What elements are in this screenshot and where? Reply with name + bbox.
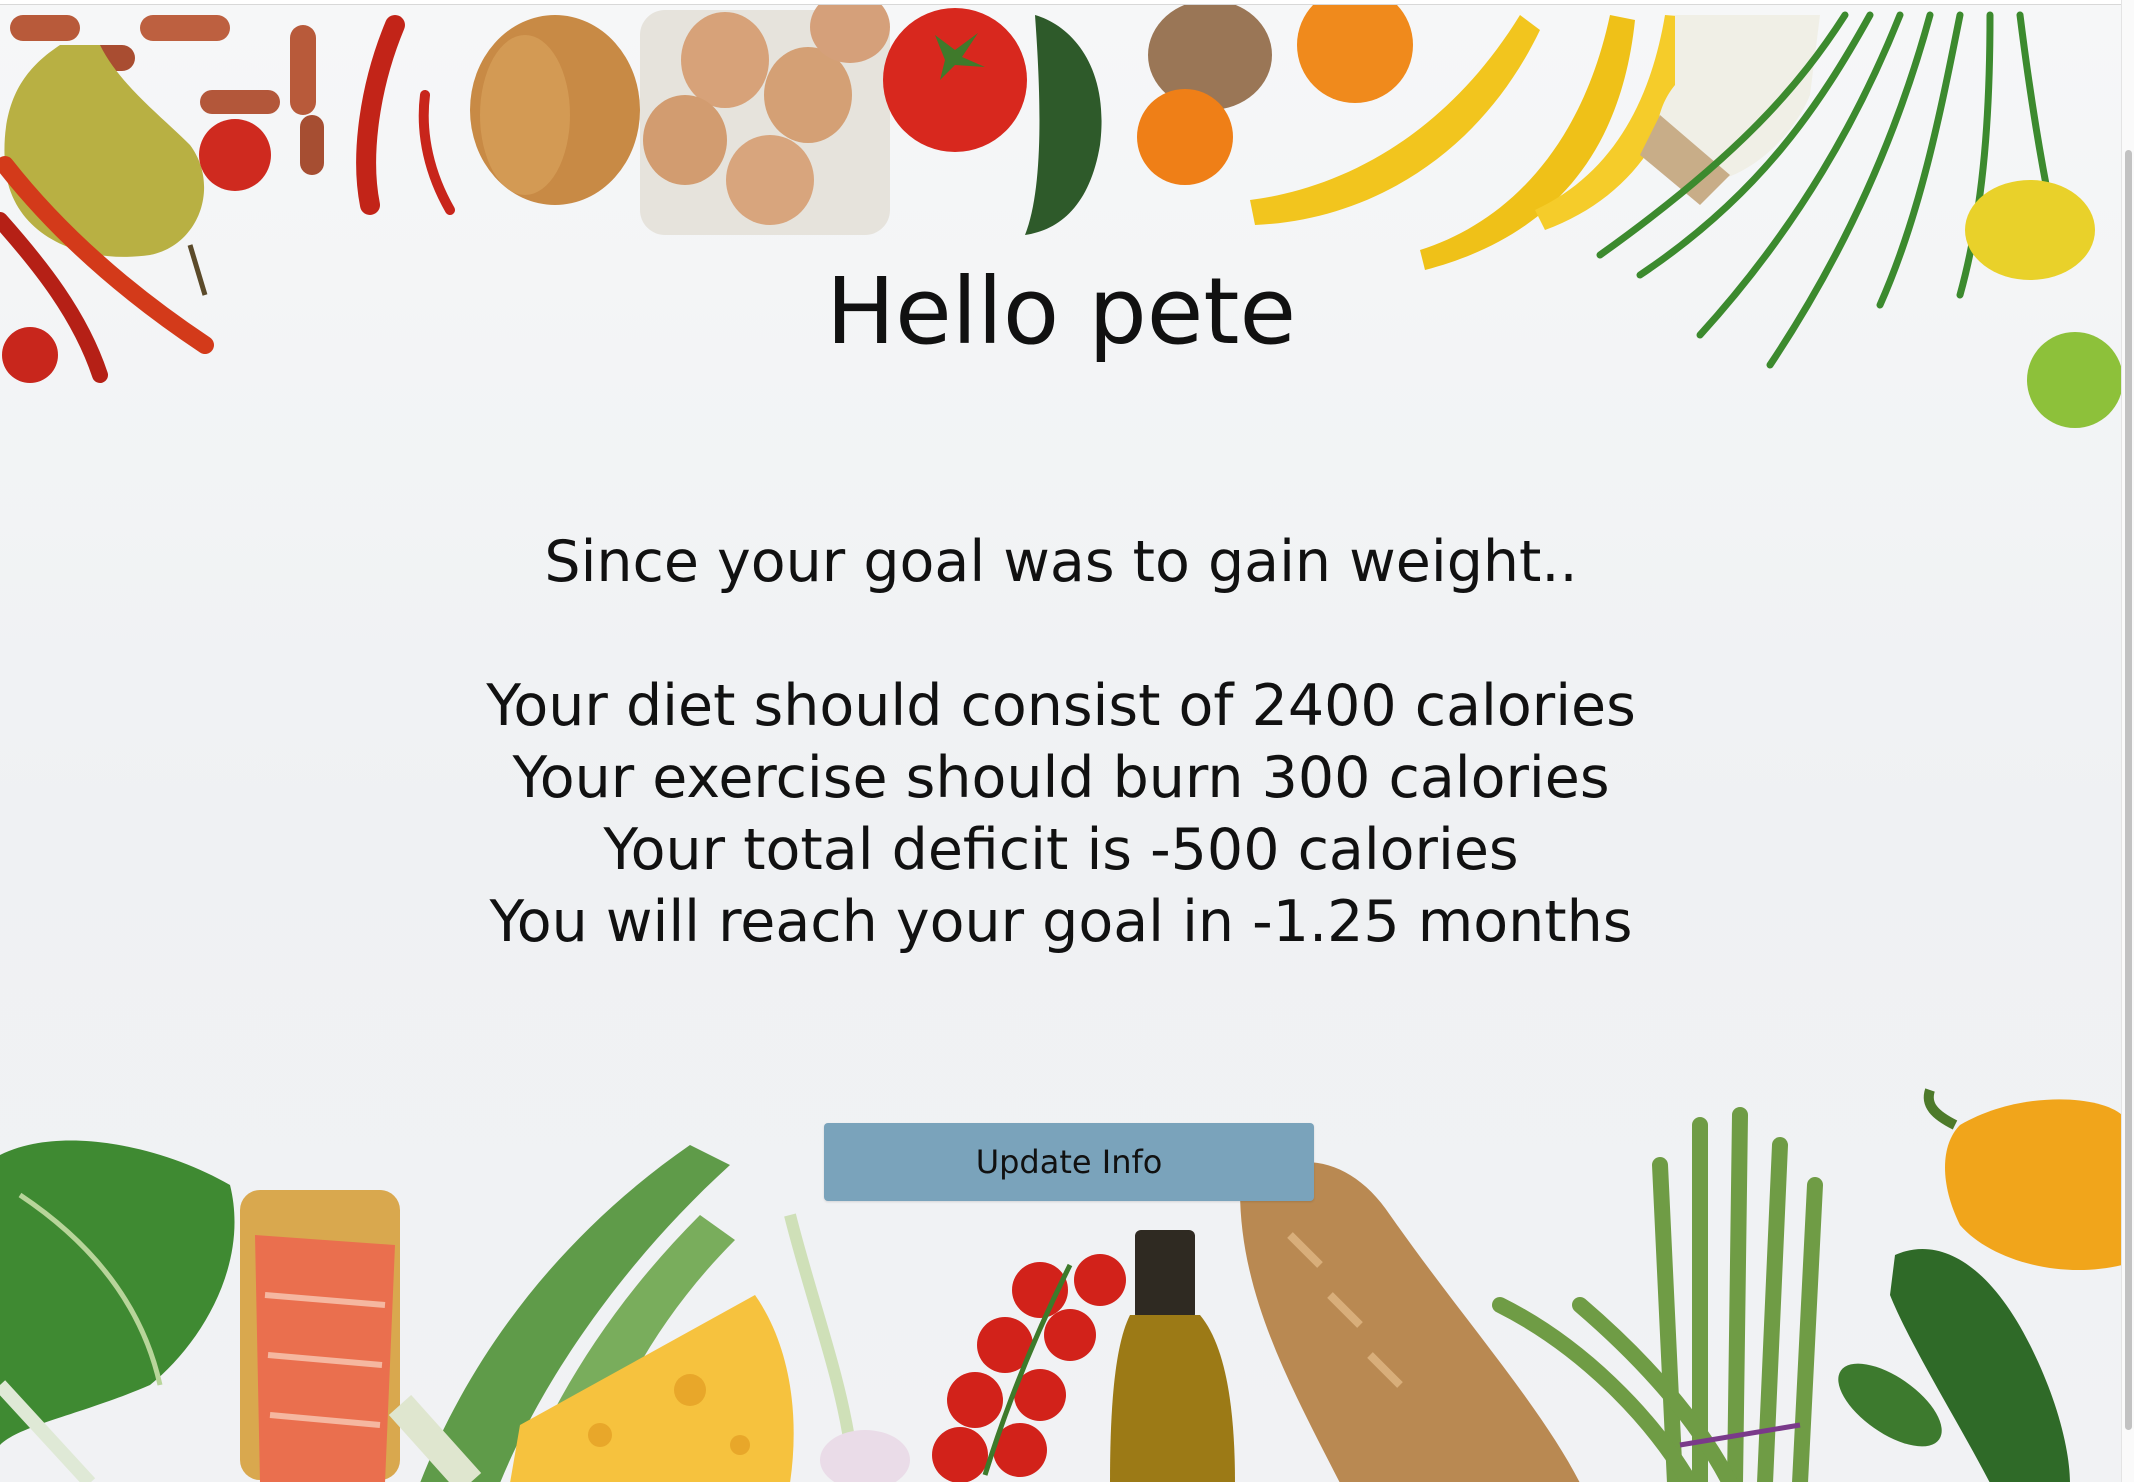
page: Hello pete Since your goal was to gain w… bbox=[0, 0, 2134, 1482]
goal-intro-text: Since your goal was to gain weight.. bbox=[544, 529, 1578, 595]
main-content: Hello pete Since your goal was to gain w… bbox=[0, 5, 2122, 1482]
diet-calories-line: Your diet should consist of 2400 calorie… bbox=[486, 673, 1636, 739]
exercise-calories-line: Your exercise should burn 300 calories bbox=[512, 745, 1610, 811]
goal-timeline-line: You will reach your goal in -1.25 months bbox=[489, 889, 1633, 955]
greeting-heading: Hello pete bbox=[825, 258, 1297, 365]
browser-viewport: Hello pete Since your goal was to gain w… bbox=[0, 4, 2122, 1482]
scrollbar-thumb[interactable] bbox=[2125, 150, 2132, 1430]
diet-summary: Your diet should consist of 2400 calorie… bbox=[0, 670, 2122, 958]
update-info-button[interactable]: Update Info bbox=[824, 1123, 1314, 1201]
total-deficit-line: Your total deficit is -500 calories bbox=[603, 817, 1519, 883]
vertical-scrollbar[interactable] bbox=[2121, 0, 2134, 1482]
